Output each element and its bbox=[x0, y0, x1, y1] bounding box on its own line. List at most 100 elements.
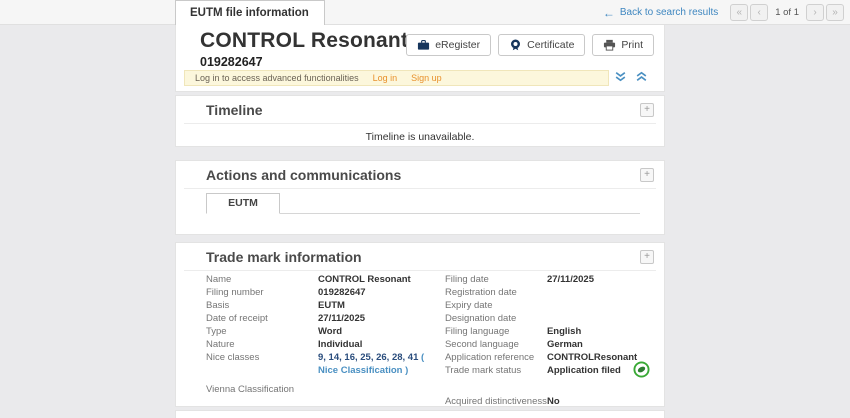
section-toggle-icons bbox=[614, 70, 648, 83]
tab-eutm[interactable]: EUTM bbox=[206, 193, 280, 214]
table-row-nice-classes: Nice classes 9, 14, 16, 25, 26, 28, 41 (… bbox=[206, 351, 445, 377]
nice-classes-value: 9, 14, 16, 25, 26, 28, 41 bbox=[318, 352, 418, 363]
table-row: Filing date 27/11/2025 bbox=[445, 273, 664, 286]
field-value: Individual bbox=[318, 338, 362, 351]
trademark-section-header: Trade mark information + bbox=[176, 243, 664, 270]
actions-section-header: Actions and communications + bbox=[176, 161, 664, 188]
field-label: Nice classes bbox=[206, 351, 318, 364]
trade-mark-information-section: Trade mark information + Name CONTROL Re… bbox=[175, 242, 665, 407]
briefcase-icon bbox=[417, 39, 430, 51]
field-label: Basis bbox=[206, 299, 318, 312]
login-notice-bar: Log in to access advanced functionalitie… bbox=[184, 70, 609, 86]
table-row: Filing number 019282647 bbox=[206, 286, 445, 299]
table-row-status: Trade mark status Application filed bbox=[445, 364, 664, 377]
field-value: 9, 14, 16, 25, 26, 28, 41 ( Nice Classif… bbox=[318, 351, 445, 377]
tab-label: EUTM file information bbox=[190, 7, 309, 19]
field-value: 27/11/2025 bbox=[547, 273, 594, 286]
table-row: Second language German bbox=[445, 338, 664, 351]
print-label: Print bbox=[621, 39, 643, 51]
field-label: Filing language bbox=[445, 325, 547, 338]
sign-up-link[interactable]: Sign up bbox=[411, 73, 442, 83]
field-label: Application reference bbox=[445, 351, 547, 364]
field-value: Word bbox=[318, 325, 342, 338]
back-to-search-results-link[interactable]: ← Back to search results bbox=[603, 7, 718, 18]
action-buttons: eRegister Certificate Print bbox=[406, 34, 654, 56]
login-message: Log in to access advanced functionalitie… bbox=[195, 73, 359, 83]
table-row: Basis EUTM bbox=[206, 299, 445, 312]
certificate-label: Certificate bbox=[527, 39, 574, 51]
field-value: 019282647 bbox=[318, 286, 366, 299]
field-value: EUTM bbox=[318, 299, 345, 312]
trademark-toggle-button[interactable]: + bbox=[640, 250, 654, 264]
page-title: CONTROL Resonant bbox=[200, 29, 408, 53]
field-value: 27/11/2025 bbox=[318, 312, 365, 325]
timeline-toggle-button[interactable]: + bbox=[640, 103, 654, 117]
file-information-card: CONTROL Resonant 019282647 eRegister Cer… bbox=[175, 25, 665, 418]
field-label: Second language bbox=[445, 338, 547, 351]
divider bbox=[184, 188, 656, 189]
field-label: Registration date bbox=[445, 286, 547, 299]
result-pagination: « ‹ 1 of 1 › » bbox=[730, 4, 844, 21]
collapse-all-icon[interactable] bbox=[635, 70, 648, 83]
tab-eutm-file-information[interactable]: EUTM file information bbox=[175, 0, 325, 25]
previous-result-button[interactable]: ‹ bbox=[750, 4, 768, 21]
table-row: Registration date bbox=[445, 286, 664, 299]
actions-communications-section: Actions and communications + EUTM bbox=[175, 160, 665, 235]
field-value: English bbox=[547, 325, 581, 338]
back-navigation: ← Back to search results « ‹ 1 of 1 › » bbox=[603, 4, 844, 21]
field-value: CONTROL Resonant bbox=[318, 273, 411, 286]
actions-tab-bar: EUTM bbox=[206, 193, 640, 214]
field-label: Date of receipt bbox=[206, 312, 318, 325]
last-result-button[interactable]: » bbox=[826, 4, 844, 21]
details-right-column: Filing date 27/11/2025 Registration date… bbox=[445, 273, 664, 408]
filing-number-heading: 019282647 bbox=[200, 55, 263, 69]
back-arrow-icon: ← bbox=[603, 8, 615, 18]
field-value: No bbox=[547, 395, 560, 408]
field-label: Designation date bbox=[445, 312, 547, 325]
table-row: Type Word bbox=[206, 325, 445, 338]
table-row: Date of receipt 27/11/2025 bbox=[206, 312, 445, 325]
timeline-empty-message: Timeline is unavailable. bbox=[176, 124, 664, 143]
field-label: Type bbox=[206, 325, 318, 338]
header-block: CONTROL Resonant 019282647 eRegister Cer… bbox=[175, 25, 665, 92]
timeline-title: Timeline bbox=[206, 102, 263, 118]
table-row: Application reference CONTROLResonant bbox=[445, 351, 664, 364]
table-row: Expiry date bbox=[445, 299, 664, 312]
trademark-details-grid: Name CONTROL Resonant Filing number 0192… bbox=[176, 271, 664, 408]
actions-title: Actions and communications bbox=[206, 167, 401, 183]
table-row: Filing language English bbox=[445, 325, 664, 338]
timeline-section: Timeline + Timeline is unavailable. bbox=[175, 95, 665, 147]
print-button[interactable]: Print bbox=[592, 34, 654, 56]
field-label: Filing date bbox=[445, 273, 547, 286]
field-value: German bbox=[547, 338, 583, 351]
expand-all-icon[interactable] bbox=[614, 70, 627, 83]
eutm-file-page: EUTM file information ← Back to search r… bbox=[0, 0, 850, 418]
table-row-vienna: Vienna Classification bbox=[206, 383, 445, 396]
back-link-label: Back to search results bbox=[620, 7, 718, 18]
first-result-button[interactable]: « bbox=[730, 4, 748, 21]
table-row: Designation date bbox=[445, 312, 664, 325]
status-application-filed-icon bbox=[633, 361, 650, 378]
field-label: Vienna Classification bbox=[206, 383, 318, 396]
field-label: Filing number bbox=[206, 286, 318, 299]
field-label: Trade mark status bbox=[445, 364, 547, 377]
certificate-button[interactable]: Certificate bbox=[498, 34, 585, 56]
next-result-button[interactable]: › bbox=[806, 4, 824, 21]
next-section-strip bbox=[175, 410, 665, 418]
certificate-seal-icon bbox=[509, 39, 522, 51]
pagination-label: 1 of 1 bbox=[775, 7, 799, 18]
field-label: Nature bbox=[206, 338, 318, 351]
field-label: Expiry date bbox=[445, 299, 547, 312]
table-row: Nature Individual bbox=[206, 338, 445, 351]
actions-toggle-button[interactable]: + bbox=[640, 168, 654, 182]
field-label: Acquired distinctiveness bbox=[445, 395, 547, 408]
field-value: CONTROLResonant bbox=[547, 351, 637, 364]
details-left-column: Name CONTROL Resonant Filing number 0192… bbox=[206, 273, 445, 408]
trademark-title: Trade mark information bbox=[206, 249, 362, 265]
trade-mark-status-value: Application filed bbox=[547, 364, 621, 377]
printer-icon bbox=[603, 39, 616, 51]
timeline-section-header: Timeline + bbox=[176, 96, 664, 123]
table-row-acquired: Acquired distinctiveness No bbox=[445, 395, 664, 408]
log-in-link[interactable]: Log in bbox=[373, 73, 398, 83]
eregister-button[interactable]: eRegister bbox=[406, 34, 491, 56]
